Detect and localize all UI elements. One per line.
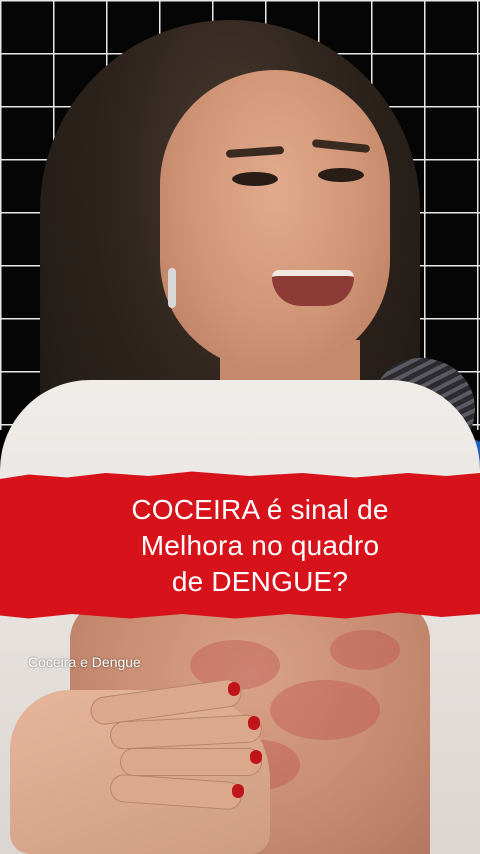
nail (250, 750, 262, 764)
headline-line: de DENGUE? (171, 566, 349, 597)
headline-text: COCEIRA é sinal de Melhora no quadro de … (60, 492, 460, 600)
scratching-hand (10, 677, 270, 854)
finger (109, 773, 243, 811)
nail (228, 682, 240, 696)
earring (168, 268, 176, 308)
video-caption: Coceira e Dengue (28, 654, 141, 670)
speaker-face (160, 70, 390, 370)
left-eye (232, 172, 278, 186)
video-frame[interactable]: COCEIRA é sinal de Melhora no quadro de … (0, 0, 480, 854)
speaker-mouth (272, 270, 354, 306)
nail (248, 716, 260, 730)
nail (232, 784, 244, 798)
rash-spot (270, 680, 380, 740)
finger (120, 748, 262, 776)
rash-spot (330, 630, 400, 670)
right-eye (318, 168, 364, 182)
headline-line: Melhora no quadro (140, 530, 380, 561)
headline-line: COCEIRA é sinal de (131, 494, 389, 525)
